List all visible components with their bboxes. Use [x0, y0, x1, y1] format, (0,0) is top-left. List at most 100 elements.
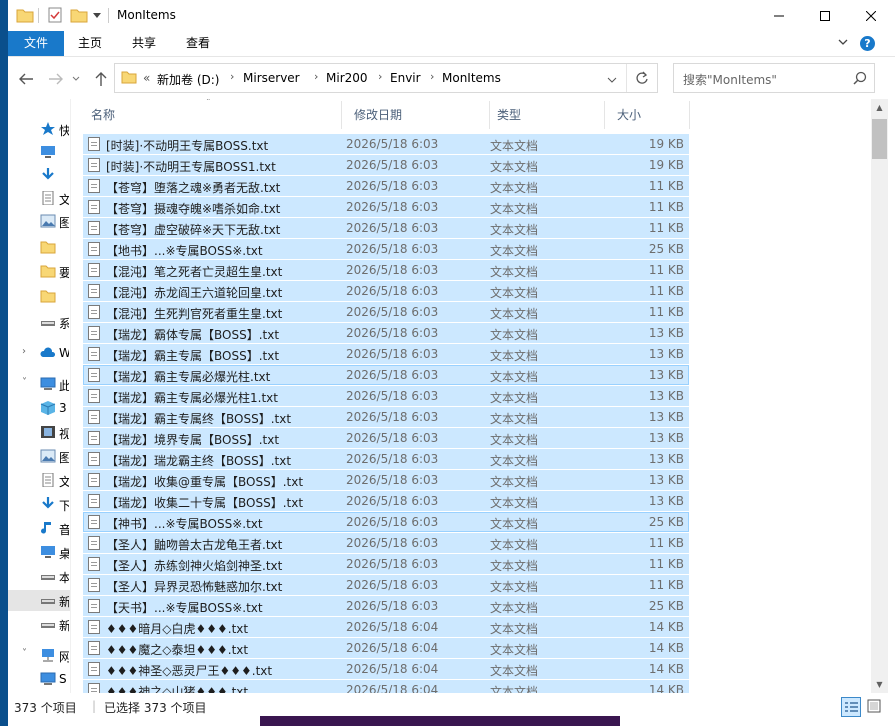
help-icon[interactable]: ?: [860, 36, 875, 51]
chevron-right-icon[interactable]: ›: [230, 70, 234, 83]
nav-item-folder[interactable]: 要: [8, 261, 70, 282]
file-row[interactable]: ♦♦♦暗月◇白虎♦♦♦.txt 2026/5/18 6:04 文本文档 14 KB: [83, 617, 689, 637]
tab-home[interactable]: 主页: [72, 31, 108, 56]
new-folder-icon[interactable]: [70, 7, 88, 23]
breadcrumb-mir200[interactable]: Mir200: [326, 71, 368, 85]
file-row[interactable]: 【瑞龙】霸主专属【BOSS】.txt 2026/5/18 6:03 文本文档 13 K…: [83, 344, 689, 364]
nav-item-downloads[interactable]: [8, 165, 70, 186]
chevron-right-icon[interactable]: ›: [378, 70, 382, 83]
file-date: 2026/5/18 6:03: [346, 242, 439, 256]
file-type: 文本文档: [490, 307, 539, 321]
nav-item-downloads[interactable]: 下: [8, 494, 70, 515]
properties-icon[interactable]: [46, 7, 64, 23]
tab-share[interactable]: 共享: [126, 31, 162, 56]
nav-item-desktop[interactable]: 桌: [8, 542, 70, 563]
file-row[interactable]: 【瑞龙】收集二十专属【BOSS】.txt 2026/5/18 6:03 文本文档 13…: [83, 491, 689, 511]
vertical-scrollbar[interactable]: ▲ ▼: [871, 99, 888, 693]
file-row[interactable]: 【瑞龙】霸主专属必爆光柱1.txt 2026/5/18 6:03 文本文档 13 KB: [83, 386, 689, 406]
file-row[interactable]: 【苍穹】虚空破碎※天下无敌.txt 2026/5/18 6:03 文本文档 11 KB: [83, 218, 689, 238]
scroll-down-arrow[interactable]: ▼: [871, 676, 888, 693]
file-row[interactable]: [时装]·不动明王专属BOSS1.txt 2026/5/18 6:03 文本文档 19…: [83, 155, 689, 175]
file-row[interactable]: ♦♦♦神之◇山猪♦♦♦.txt 2026/5/18 6:04 文本文档 14 KB: [83, 680, 689, 693]
close-button[interactable]: [848, 0, 894, 31]
file-row[interactable]: 【混沌】赤龙阎王六道轮回皇.txt 2026/5/18 6:03 文本文档 11 KB: [83, 281, 689, 301]
file-type: 文本文档: [490, 538, 539, 552]
column-header-date[interactable]: 修改日期: [346, 99, 489, 131]
breadcrumb-drive[interactable]: 新加卷 (D:): [157, 71, 219, 88]
nav-item-folder[interactable]: [8, 237, 70, 258]
search-box[interactable]: 搜索"MonItems": [673, 63, 875, 93]
minimize-button[interactable]: [756, 0, 802, 31]
nav-item-this-pc[interactable]: ˅ 此: [8, 374, 70, 395]
nav-item-onedrive[interactable]: › W: [8, 343, 70, 364]
column-header-type[interactable]: 类型: [489, 99, 604, 131]
nav-item-folder[interactable]: [8, 286, 70, 307]
nav-item-3d-objects[interactable]: 3: [8, 398, 70, 419]
file-row[interactable]: 【瑞龙】霸体专属【BOSS】.txt 2026/5/18 6:03 文本文档 13 K…: [83, 323, 689, 343]
nav-item-new-volume-selected[interactable]: 新: [8, 590, 70, 611]
nav-item-desktop[interactable]: [8, 142, 70, 163]
details-view-button[interactable]: [841, 697, 861, 717]
tab-file[interactable]: 文件: [8, 31, 64, 56]
file-row[interactable]: 【混沌】笔之死者亡灵超生皇.txt 2026/5/18 6:03 文本文档 11 KB: [83, 260, 689, 280]
breadcrumb-monitems[interactable]: MonItems: [442, 71, 501, 85]
file-row[interactable]: ♦♦♦魔之◇泰坦♦♦♦.txt 2026/5/18 6:04 文本文档 14 KB: [83, 638, 689, 658]
recent-locations-button[interactable]: [70, 69, 82, 89]
file-row[interactable]: ♦♦♦神圣◇恶灵尸王♦♦♦.txt 2026/5/18 6:04 文本文档 14 KB: [83, 659, 689, 679]
breadcrumb-mirserver[interactable]: Mirserver: [243, 71, 300, 85]
file-type: 文本文档: [490, 601, 539, 615]
file-row[interactable]: [时装]·不动明王专属BOSS.txt 2026/5/18 6:03 文本文档 19 …: [83, 134, 689, 154]
forward-button[interactable]: [46, 69, 66, 89]
file-row[interactable]: 【瑞龙】霸主专属终【BOSS】.txt 2026/5/18 6:03 文本文档 13 …: [83, 407, 689, 427]
nav-item-quick-access[interactable]: 快: [8, 119, 70, 140]
column-header-size[interactable]: 大小: [609, 99, 689, 131]
nav-item-pictures[interactable]: 图: [8, 446, 70, 467]
nav-item-music[interactable]: 音: [8, 518, 70, 539]
nav-item-documents[interactable]: 文: [8, 470, 70, 491]
chevron-right-icon[interactable]: ›: [22, 346, 26, 357]
music-icon: [40, 521, 56, 535]
text-file-icon: [88, 284, 100, 298]
file-row[interactable]: 【圣人】赤练剑神火焰剑神圣.txt 2026/5/18 6:03 文本文档 11 KB: [83, 554, 689, 574]
address-bar[interactable]: « 新加卷 (D:) › Mirserver › Mir200 › Envir …: [114, 63, 658, 93]
tab-view[interactable]: 查看: [180, 31, 216, 56]
file-row[interactable]: 【神书】...※专属BOSS※.txt 2026/5/18 6:03 文本文档 25 …: [83, 512, 689, 532]
breadcrumb-envir[interactable]: Envir: [390, 71, 421, 85]
chevron-down-icon[interactable]: ˅: [22, 377, 27, 388]
nav-item-system-drive[interactable]: 系: [8, 312, 70, 333]
file-row[interactable]: 【苍穹】堕落之魂※勇者无敌.txt 2026/5/18 6:03 文本文档 11 KB: [83, 176, 689, 196]
nav-item-documents[interactable]: 文: [8, 188, 70, 209]
file-row[interactable]: 【圣人】异界灵恐怖魅惑加尔.txt 2026/5/18 6:03 文本文档 11 KB: [83, 575, 689, 595]
file-row[interactable]: 【地书】...※专属BOSS※.txt 2026/5/18 6:03 文本文档 25 …: [83, 239, 689, 259]
chevron-down-icon[interactable]: ˅: [22, 648, 27, 659]
file-row[interactable]: 【圣人】鼬吻兽太古龙龟王者.txt 2026/5/18 6:03 文本文档 11 KB: [83, 533, 689, 553]
address-overflow[interactable]: «: [143, 71, 150, 85]
file-row[interactable]: 【瑞龙】霸主专属必爆光柱.txt 2026/5/18 6:03 文本文档 13 KB: [83, 365, 689, 385]
file-row[interactable]: 【混沌】生死判官死者重生皇.txt 2026/5/18 6:03 文本文档 11 KB: [83, 302, 689, 322]
large-icons-view-button[interactable]: [865, 697, 885, 717]
refresh-button[interactable]: [626, 64, 657, 92]
file-name: 【苍穹】虚空破碎※天下无敌.txt: [106, 223, 281, 237]
chevron-right-icon[interactable]: ›: [430, 70, 434, 83]
nav-item-network[interactable]: ˅ 网: [8, 645, 70, 666]
scroll-up-arrow[interactable]: ▲: [871, 99, 888, 116]
file-row[interactable]: 【天书】...※专属BOSS※.txt 2026/5/18 6:03 文本文档 25 …: [83, 596, 689, 616]
chevron-right-icon[interactable]: ›: [314, 70, 318, 83]
search-input[interactable]: 搜索"MonItems": [683, 71, 777, 88]
file-row[interactable]: 【瑞龙】瑞龙霸主终【BOSS】.txt 2026/5/18 6:03 文本文档 13 …: [83, 449, 689, 469]
column-header-name[interactable]: 名称: [83, 99, 341, 131]
address-dropdown-icon[interactable]: [607, 73, 617, 87]
up-button[interactable]: [91, 69, 111, 89]
maximize-button[interactable]: [802, 0, 848, 31]
scrollbar-thumb[interactable]: [872, 119, 887, 159]
back-button[interactable]: [16, 69, 36, 89]
nav-item-videos[interactable]: 视: [8, 422, 70, 443]
nav-item-pictures[interactable]: 图: [8, 211, 70, 232]
nav-item-network-pc[interactable]: S: [8, 669, 70, 690]
nav-item-new-volume[interactable]: 新: [8, 614, 70, 635]
file-row[interactable]: 【瑞龙】收集@重专属【BOSS】.txt 2026/5/18 6:03 文本文档 13…: [83, 470, 689, 490]
file-row[interactable]: 【苍穹】摄魂夺魄※嗜杀如命.txt 2026/5/18 6:03 文本文档 11 KB: [83, 197, 689, 217]
expand-ribbon-icon[interactable]: [836, 35, 850, 52]
file-row[interactable]: 【瑞龙】境界专属【BOSS】.txt 2026/5/18 6:03 文本文档 13 K…: [83, 428, 689, 448]
nav-item-local-disk[interactable]: 本: [8, 566, 70, 587]
